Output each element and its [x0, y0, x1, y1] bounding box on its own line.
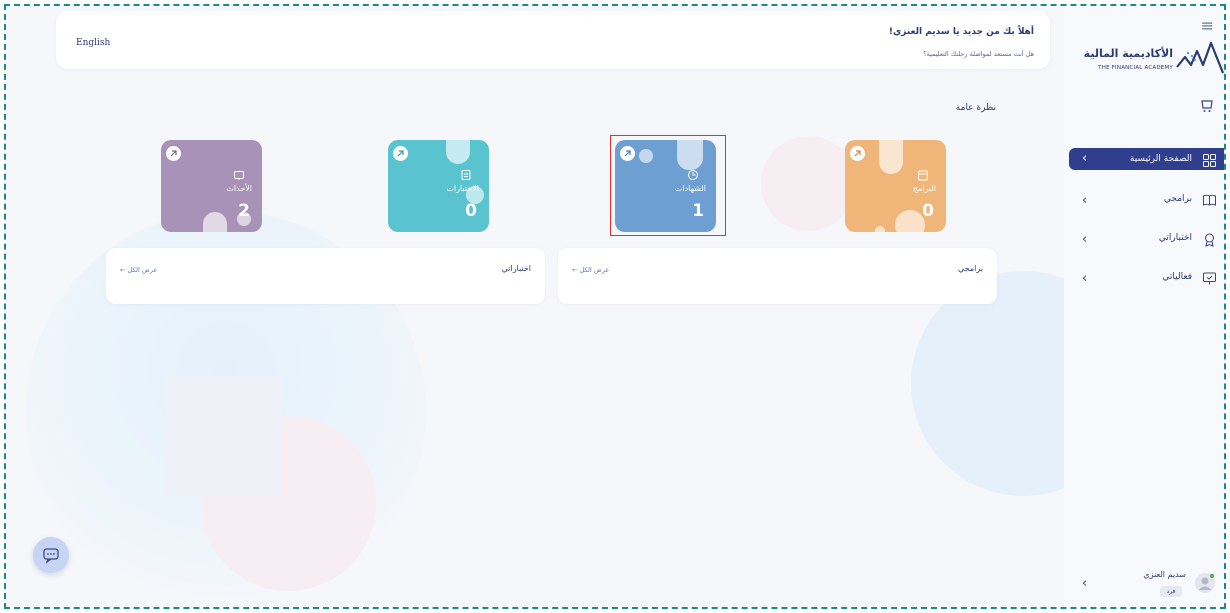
stat-card-exams[interactable]: الاختبارات 0 [388, 140, 489, 232]
sidebar-item-exams[interactable]: ‹ اختباراتي [1069, 229, 1224, 251]
calendar-icon [918, 170, 928, 181]
panel-title: برامجي [958, 264, 983, 273]
stat-card-events[interactable]: الأحداث 2 [161, 140, 262, 232]
sidebar-item-programs[interactable]: ‹ برامجي [1069, 190, 1224, 212]
chat-icon [43, 548, 59, 564]
my-exams-panel: اختباراتي عرض الكل ← [106, 248, 545, 304]
selection-highlight [610, 135, 726, 236]
sidebar-item-events[interactable]: ‹ فعالياتي [1069, 268, 1224, 290]
chevron-left-icon[interactable]: ‹ [1082, 576, 1087, 591]
card-decoration [203, 212, 227, 232]
brand-logo[interactable]: الأكاديمية المالية THE FINANCIAL ACADEMY [1081, 39, 1224, 84]
avatar [1195, 573, 1215, 593]
sidebar-item-home[interactable]: ‹ الصفحة الرئيسية [1069, 148, 1224, 170]
grid-icon [1203, 154, 1216, 167]
card-value: 0 [922, 201, 934, 221]
background-shape [166, 376, 281, 496]
chevron-left-icon: ‹ [1082, 232, 1088, 247]
presentation-icon [1203, 272, 1216, 285]
brand-name-en: THE FINANCIAL ACADEMY [1098, 65, 1173, 71]
view-all-link[interactable]: عرض الكل ← [572, 266, 609, 274]
background-shape [761, 136, 856, 231]
page-title: نظرة عامة [955, 103, 996, 113]
open-arrow-icon[interactable] [393, 146, 408, 161]
card-value: 0 [465, 201, 477, 221]
open-arrow-icon[interactable] [850, 146, 865, 161]
panel-title: اختباراتي [501, 264, 531, 273]
open-arrow-icon[interactable] [166, 146, 181, 161]
stat-card-programs[interactable]: البرامج 0 [845, 140, 946, 232]
exam-icon [461, 170, 471, 180]
event-icon [234, 171, 244, 180]
user-role-badge: فرد [1160, 586, 1182, 597]
sidebar: ≡ الأكاديمية المالية THE FINANCIAL ACADE… [1064, 6, 1224, 607]
book-icon [1203, 194, 1216, 206]
menu-icon[interactable]: ≡ [1201, 16, 1214, 35]
card-value: 2 [238, 201, 250, 221]
sidebar-item-label: فعالياتي [1162, 272, 1192, 282]
award-icon [1205, 233, 1214, 247]
card-label: الاختبارات [446, 184, 479, 193]
card-decoration [446, 140, 470, 164]
welcome-title: أهلاً بك من جديد يا سديم العنزي! [888, 27, 1034, 37]
academy-logo-icon [1176, 41, 1224, 74]
my-programs-panel: برامجي عرض الكل ← [558, 248, 997, 304]
card-label: البرامج [912, 184, 936, 193]
card-decoration [895, 210, 925, 232]
card-decoration [875, 226, 885, 232]
chevron-left-icon: ‹ [1082, 271, 1088, 286]
sidebar-item-label: الصفحة الرئيسية [1129, 154, 1192, 164]
sidebar-item-label: اختباراتي [1158, 233, 1192, 243]
welcome-subtitle: هل أنت مستعد لمواصلة رحلتك التعليمية؟ [923, 50, 1034, 58]
app-canvas: English أهلاً بك من جديد يا سديم العنزي!… [6, 6, 1224, 607]
top-header: English أهلاً بك من جديد يا سديم العنزي!… [56, 11, 1050, 69]
cart-icon[interactable] [1199, 98, 1215, 114]
chat-button[interactable] [33, 537, 69, 573]
card-decoration [879, 140, 903, 174]
card-label: الأحداث [226, 184, 252, 193]
chevron-left-icon: ‹ [1082, 193, 1088, 208]
brand-name-ar: الأكاديمية المالية [1083, 47, 1173, 60]
language-toggle[interactable]: English [76, 38, 110, 48]
chevron-left-icon: ‹ [1082, 151, 1088, 166]
view-all-link[interactable]: عرض الكل ← [120, 266, 157, 274]
user-name: سديم العنزي [1143, 570, 1186, 579]
user-profile[interactable]: ‹ سديم العنزي فرد [1064, 564, 1224, 604]
sidebar-item-label: برامجي [1163, 194, 1192, 204]
